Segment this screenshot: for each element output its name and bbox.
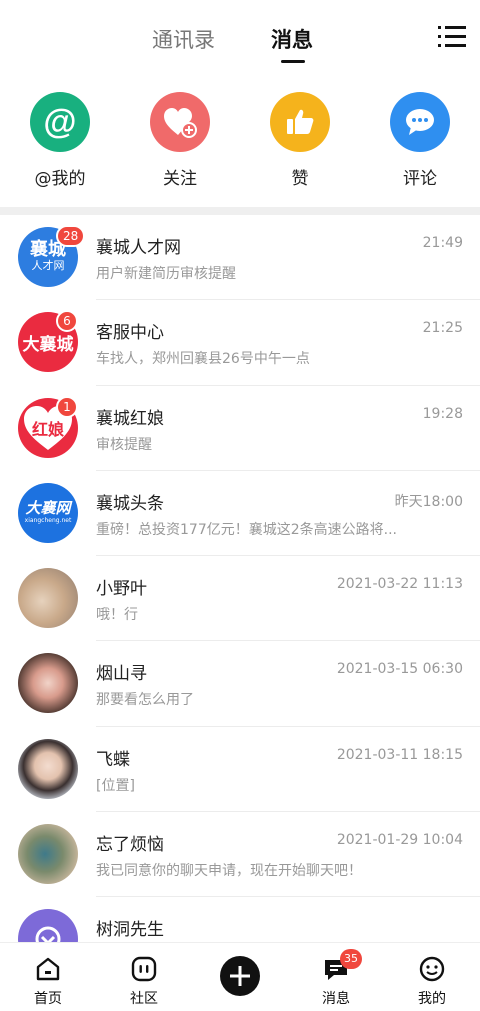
like-button[interactable]: 赞	[250, 92, 350, 189]
nav-mine-label: 我的	[418, 991, 446, 1007]
nav-messages[interactable]: 35 消息	[288, 943, 384, 1011]
avatar: 大襄网 xiangcheng.net	[18, 482, 78, 543]
avatar-subtext: 人才网	[31, 258, 65, 272]
conversation-preview: 用户新建简历审核提醒	[96, 266, 236, 282]
nav-home-label: 首页	[34, 991, 62, 1007]
nav-mine[interactable]: 我的	[384, 943, 480, 1011]
avatar	[18, 909, 78, 942]
active-tab-indicator	[281, 60, 305, 63]
tree-hole-logo-icon	[35, 926, 61, 942]
avatar-subtext: xiangcheng.net	[24, 516, 72, 524]
avatar	[18, 824, 78, 885]
follow-button[interactable]: 关注	[130, 92, 230, 189]
comment-label: 评论	[403, 169, 437, 189]
conversation-name: 飞蝶	[96, 749, 130, 770]
conversation-name: 烟山寻	[96, 664, 147, 685]
home-icon	[36, 957, 60, 981]
at-icon: @	[30, 92, 90, 152]
conversation-item[interactable]: 树洞先生	[0, 897, 480, 942]
section-divider	[0, 207, 480, 215]
nav-home[interactable]: 首页	[0, 943, 96, 1011]
nav-messages-label: 消息	[322, 991, 350, 1007]
conversation-item[interactable]: 大襄城 6 客服中心 21:25 车找人，郑州回襄县26号中午一点	[0, 300, 480, 386]
conversation-name: 树洞先生	[96, 920, 164, 941]
conversation-time: 19:28	[422, 405, 463, 422]
follow-label: 关注	[163, 169, 197, 189]
community-icon	[131, 956, 157, 982]
conversation-preview: 那要看怎么用了	[96, 692, 194, 709]
conversation-name: 忘了烦恼	[96, 835, 164, 856]
thumbs-up-icon	[270, 92, 330, 152]
conversation-preview: 车找人，郑州回襄县26号中午一点	[96, 351, 310, 368]
conversation-name: 襄城人才网	[96, 238, 181, 258]
conversation-list[interactable]: 襄城 人才网 28 襄城人才网 21:49 用户新建简历审核提醒 大襄城 6 客…	[0, 215, 480, 942]
conversation-item[interactable]: 忘了烦恼 2021-01-29 10:04 我已同意你的聊天申请，现在开始聊天吧…	[0, 812, 480, 898]
tab-messages[interactable]: 消息	[271, 24, 313, 54]
like-label: 赞	[291, 169, 309, 189]
avatar	[18, 653, 78, 714]
avatar-text: 红娘	[31, 419, 64, 439]
comment-bubble-icon	[390, 92, 450, 152]
avatar-text: 大襄城	[22, 334, 74, 355]
add-button[interactable]	[220, 956, 260, 996]
conversation-name: 襄城红娘	[96, 408, 164, 429]
conversation-item[interactable]: 大襄网 xiangcheng.net 襄城头条 昨天18:00 重磅！总投资17…	[0, 471, 480, 557]
conversation-preview: 哦！行	[96, 607, 138, 624]
conversation-time: 昨天18:00	[394, 493, 463, 510]
conversation-item[interactable]: 飞蝶 2021-03-11 18:15 [位置]	[0, 727, 480, 813]
nav-community[interactable]: 社区	[96, 943, 192, 1011]
conversation-time: 2021-03-22 11:13	[336, 576, 463, 593]
comment-button[interactable]: 评论	[370, 92, 470, 189]
conversation-name: 襄城头条	[96, 493, 164, 514]
conversation-item[interactable]: 小野叶 2021-03-22 11:13 哦！行	[0, 556, 480, 642]
conversation-time: 2021-01-29 10:04	[336, 832, 463, 849]
bottom-nav: 首页 社区 35 消息 我的	[0, 942, 480, 1011]
conversation-preview: [位置]	[96, 777, 135, 794]
conversation-item[interactable]: 襄城 人才网 28 襄城人才网 21:49 用户新建简历审核提醒	[0, 215, 480, 301]
nav-community-label: 社区	[130, 991, 158, 1007]
conversation-time: 21:49	[422, 235, 463, 251]
conversation-preview: 审核提醒	[96, 436, 152, 453]
at-me-button[interactable]: @ @我的	[10, 92, 110, 189]
quick-actions: @ @我的 关注 赞 评论	[0, 88, 480, 198]
conversation-name: 小野叶	[96, 579, 147, 600]
avatar	[18, 568, 78, 629]
unread-badge: 28	[56, 225, 86, 247]
at-me-label: @我的	[34, 169, 86, 189]
list-menu-icon[interactable]	[438, 24, 466, 50]
top-header: 通讯录 消息	[0, 0, 480, 76]
avatar	[18, 738, 78, 799]
conversation-item[interactable]: 烟山寻 2021-03-15 06:30 那要看怎么用了	[0, 641, 480, 727]
conversation-preview: 我已同意你的聊天申请，现在开始聊天吧！	[96, 863, 362, 880]
conversation-item[interactable]: 红娘 1 襄城红娘 19:28 审核提醒	[0, 386, 480, 471]
nav-add[interactable]	[192, 943, 288, 1011]
tab-contacts[interactable]: 通讯录	[152, 24, 215, 54]
avatar-text: 大襄网	[25, 498, 71, 517]
conversation-time: 2021-03-11 18:15	[336, 746, 463, 763]
nav-messages-badge: 35	[340, 949, 362, 969]
conversation-name: 客服中心	[96, 323, 164, 344]
unread-badge: 1	[56, 395, 78, 418]
conversation-time: 2021-03-15 06:30	[336, 661, 463, 678]
plus-icon	[230, 966, 250, 986]
conversation-time: 21:25	[422, 320, 463, 337]
heart-plus-icon	[150, 92, 210, 152]
smiley-icon	[419, 956, 445, 982]
conversation-preview: 重磅！总投资177亿元！襄城这2条高速公路将...	[96, 521, 397, 538]
